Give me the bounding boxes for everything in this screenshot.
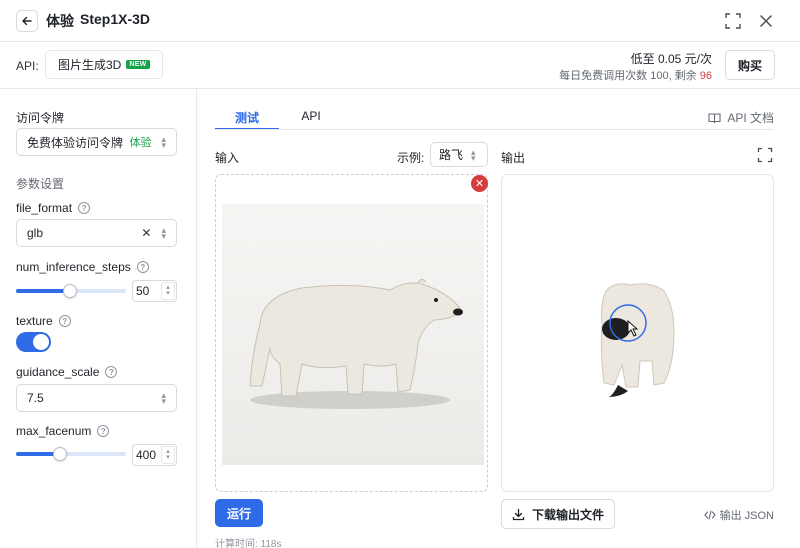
download-text: 下载输出文件	[531, 507, 604, 522]
run-button[interactable]: 运行	[215, 499, 263, 527]
max-facenum-input[interactable]: 400 ▴ ▾	[132, 444, 177, 466]
quota-prefix: 每日免费调用次数 100, 剩余	[559, 70, 697, 82]
num-inference-steps-label: num_inference_steps ?	[16, 260, 149, 274]
fullscreen-button[interactable]	[724, 12, 742, 30]
file-format-label: file_format ?	[16, 201, 91, 215]
help-icon[interactable]: ?	[58, 315, 71, 327]
download-icon	[512, 508, 525, 520]
clear-icon[interactable]: ✕	[141, 226, 151, 240]
api-selector[interactable]: 图片生成3D NEW	[45, 50, 163, 79]
fullscreen-icon	[725, 13, 741, 29]
stepper-icon[interactable]: ▴ ▾	[161, 391, 166, 406]
max-facenum-slider[interactable]	[16, 447, 126, 461]
tab-divider	[215, 129, 774, 130]
input-label: 输入	[215, 151, 240, 165]
tab-test[interactable]: 测试	[215, 104, 279, 130]
book-icon	[708, 112, 721, 123]
api-docs-link[interactable]: API 文档	[708, 109, 774, 126]
max-facenum-value: 400	[136, 448, 157, 462]
texture-label: texture ?	[16, 314, 71, 328]
output-json-text: 输出 JSON	[719, 510, 774, 522]
texture-label-text: texture	[16, 314, 53, 328]
new-badge: NEW	[126, 60, 150, 69]
quota-text: 每日免费调用次数 100, 剩余 96	[559, 67, 712, 83]
guidance-scale-value: 7.5	[27, 391, 44, 405]
token-value: 免费体验访问令牌	[27, 135, 124, 150]
title-bar: 体验 Step1X-3D	[0, 0, 800, 42]
stepper-icon[interactable]: ▴ ▾	[161, 282, 175, 300]
output-json-link[interactable]: 输出 JSON	[703, 507, 774, 523]
back-button[interactable]	[16, 10, 38, 32]
quota-remaining: 96	[699, 70, 712, 82]
close-button[interactable]	[757, 12, 775, 30]
help-icon[interactable]: ?	[136, 261, 149, 273]
input-image-preview	[222, 204, 484, 465]
model-name: Step1X-3D	[80, 11, 151, 27]
tab-api[interactable]: API	[279, 104, 343, 130]
token-tag: 体验	[129, 137, 152, 149]
file-format-label-text: file_format	[16, 201, 73, 215]
help-icon[interactable]: ?	[78, 202, 91, 214]
3d-model-preview	[600, 283, 675, 397]
file-format-value: glb	[27, 226, 44, 240]
token-select[interactable]: 免费体验访问令牌 体验 ▴ ▾	[16, 128, 177, 156]
main-tabs: 测试 API	[215, 104, 343, 130]
code-icon	[703, 510, 716, 520]
output-fullscreen-button[interactable]	[757, 147, 773, 163]
example-select[interactable]: 路飞 ▴ ▾	[430, 142, 488, 167]
api-bar: API: 图片生成3D NEW 低至 0.05 元/次 每日免费调用次数 100…	[0, 42, 800, 89]
buy-button[interactable]: 购买	[725, 50, 775, 80]
output-viewer[interactable]	[501, 174, 774, 492]
stepper-icon[interactable]: ▴ ▾	[161, 446, 175, 464]
guidance-scale-label: guidance_scale ?	[16, 365, 118, 379]
token-label: 访问令牌	[16, 111, 65, 125]
slider-fill	[16, 289, 70, 293]
close-icon	[760, 15, 772, 27]
toggle-knob	[33, 334, 49, 350]
guidance-scale-label-text: guidance_scale	[16, 365, 100, 379]
help-icon[interactable]: ?	[97, 425, 110, 437]
num-inference-steps-input[interactable]: 50 ▴ ▾	[132, 280, 177, 302]
file-format-select[interactable]: glb ✕ ▴ ▾	[16, 219, 177, 247]
guidance-scale-input[interactable]: 7.5 ▴ ▾	[16, 384, 177, 412]
output-label: 输出	[501, 151, 526, 165]
slider-handle[interactable]	[62, 284, 77, 298]
num-inference-steps-label-text: num_inference_steps	[16, 260, 131, 274]
arrow-left-icon	[22, 16, 32, 26]
remove-image-button[interactable]: ✕	[471, 175, 488, 192]
num-inference-steps-slider[interactable]	[16, 284, 126, 298]
title-text: 体验	[46, 13, 74, 29]
max-facenum-label-text: max_facenum	[16, 424, 92, 438]
example-label: 示例:	[397, 151, 425, 165]
calc-time: 计算时间: 118s	[215, 539, 282, 548]
api-docs-text: API 文档	[727, 111, 774, 125]
page-title: 体验 Step1X-3D	[46, 11, 150, 31]
chevron-updown-icon: ▴ ▾	[161, 225, 166, 241]
api-label: API:	[16, 59, 39, 73]
help-icon[interactable]: ?	[105, 366, 118, 378]
texture-toggle[interactable]	[16, 332, 51, 352]
polar-bear-image	[249, 278, 463, 409]
price-text: 低至 0.05 元/次	[630, 52, 712, 66]
chevron-updown-icon: ▴ ▾	[161, 134, 166, 150]
max-facenum-label: max_facenum ?	[16, 424, 110, 438]
params-label: 参数设置	[16, 177, 65, 191]
slider-handle[interactable]	[53, 447, 67, 461]
api-name: 图片生成3D	[58, 58, 122, 72]
fullscreen-icon	[757, 147, 773, 163]
example-value: 路飞	[439, 148, 464, 162]
num-inference-steps-value: 50	[136, 284, 150, 298]
download-output-button[interactable]: 下载输出文件	[501, 499, 615, 529]
chevron-updown-icon: ▴ ▾	[471, 146, 476, 163]
